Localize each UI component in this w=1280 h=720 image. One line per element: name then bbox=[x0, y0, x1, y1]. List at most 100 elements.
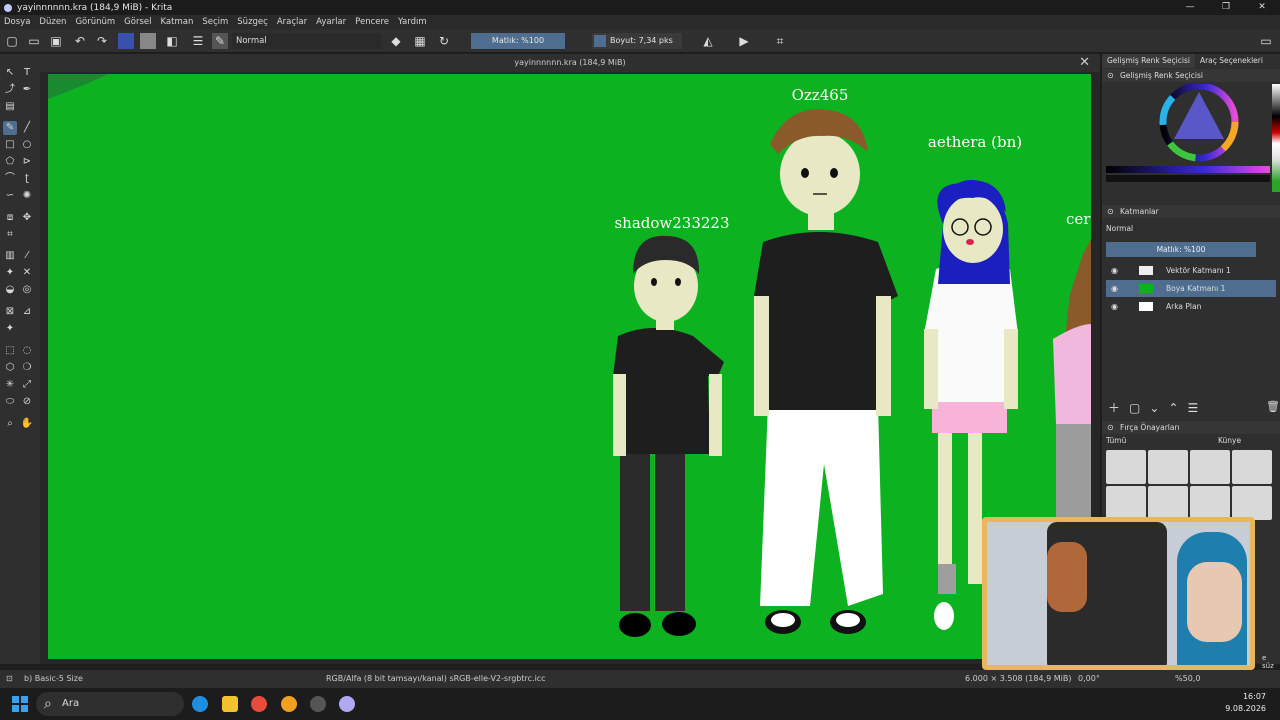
color-bar-1[interactable] bbox=[1106, 166, 1270, 173]
obs-icon[interactable] bbox=[310, 696, 326, 712]
brush-preset[interactable] bbox=[1106, 486, 1146, 520]
redo-icon[interactable]: ↷ bbox=[94, 33, 110, 49]
edit-shape-icon[interactable]: ⤴ bbox=[3, 83, 17, 97]
freehand-brush-icon[interactable]: ✎ bbox=[3, 121, 17, 135]
brush-filter-select[interactable]: Tümü bbox=[1106, 436, 1206, 448]
chrome-profile-icon[interactable] bbox=[281, 696, 297, 712]
visibility-icon[interactable]: ◉ bbox=[1111, 280, 1118, 297]
select-shape-icon[interactable]: ↖ bbox=[3, 66, 17, 80]
fill-tool-icon[interactable]: ◒ bbox=[3, 283, 17, 297]
bezier-select-icon[interactable]: ⬭ bbox=[3, 395, 17, 409]
brush-tag-select[interactable]: Künye bbox=[1218, 436, 1273, 448]
brush-preset[interactable] bbox=[1148, 486, 1188, 520]
new-document-icon[interactable]: ▢ bbox=[4, 33, 20, 49]
layer-row[interactable]: ◉ Boya Katmanı 1 bbox=[1106, 280, 1276, 297]
colorize-mask-icon[interactable]: ✦ bbox=[3, 266, 17, 280]
brush-preset[interactable] bbox=[1106, 450, 1146, 484]
menu-araclar[interactable]: Araçlar bbox=[277, 17, 307, 27]
menu-duzen[interactable]: Düzen bbox=[39, 17, 66, 27]
mirror-vertical-icon[interactable]: ▶ bbox=[736, 33, 752, 49]
polygon-select-icon[interactable]: ⬡ bbox=[3, 361, 17, 375]
brush-preset[interactable] bbox=[1190, 450, 1230, 484]
zoom-tool-icon[interactable]: ⌕ bbox=[3, 417, 17, 431]
pan-tool-icon[interactable]: ✋ bbox=[20, 417, 34, 431]
contiguous-select-icon[interactable]: ✳ bbox=[3, 378, 17, 392]
menu-katman[interactable]: Katman bbox=[160, 17, 193, 27]
menu-dosya[interactable]: Dosya bbox=[4, 17, 30, 27]
tab-tool-options[interactable]: Araç Seçenekleri bbox=[1195, 54, 1268, 68]
open-folder-icon[interactable]: ▭ bbox=[26, 33, 42, 49]
blend-mode-select[interactable]: Normal bbox=[232, 33, 382, 49]
polyline-tool-icon[interactable]: ⊳ bbox=[20, 155, 34, 169]
minimize-button[interactable]: — bbox=[1172, 0, 1208, 15]
crop-tool-icon[interactable]: ⌗ bbox=[3, 228, 17, 242]
visibility-icon[interactable]: ◉ bbox=[1111, 262, 1118, 279]
dynamic-brush-icon[interactable]: ∽ bbox=[3, 189, 17, 203]
delete-layer-icon[interactable]: 🗑 bbox=[1266, 400, 1280, 413]
similar-select-icon[interactable]: ⤢ bbox=[20, 378, 34, 392]
krita-taskbar-icon[interactable] bbox=[339, 696, 355, 712]
opacity-slider[interactable]: Matlık: %100 bbox=[471, 33, 565, 49]
color-bar-2[interactable] bbox=[1106, 175, 1270, 182]
panel-toggle-icon[interactable]: ▭ bbox=[1258, 33, 1274, 49]
polygon-tool-icon[interactable]: ⬠ bbox=[3, 155, 17, 169]
menu-secim[interactable]: Seçim bbox=[202, 17, 228, 27]
brush-preset[interactable] bbox=[1148, 450, 1188, 484]
freehand-select-icon[interactable]: ❍ bbox=[20, 361, 34, 375]
taskbar-clock[interactable]: 16:07 9.08.2026 bbox=[1225, 691, 1266, 715]
ellipse-tool-icon[interactable]: ○ bbox=[20, 138, 34, 152]
move-tool-icon[interactable]: ✥ bbox=[20, 211, 34, 225]
bezier-tool-icon[interactable]: ⌒ bbox=[3, 172, 17, 186]
visibility-icon[interactable]: ◉ bbox=[1111, 298, 1118, 315]
enclose-fill-icon[interactable]: ◎ bbox=[20, 283, 34, 297]
color-selector[interactable] bbox=[1106, 84, 1278, 194]
drawing-canvas[interactable]: Ozz465 aethera (bn) shadow233223 cer bbox=[48, 74, 1091, 659]
save-icon[interactable]: ▣ bbox=[48, 33, 64, 49]
text-tool-icon[interactable]: T bbox=[20, 66, 34, 80]
mirror-horizontal-icon[interactable]: ◭ bbox=[700, 33, 716, 49]
sv-triangle[interactable] bbox=[1174, 92, 1224, 139]
eraser-icon[interactable]: ◆ bbox=[388, 33, 404, 49]
magnetic-select-icon[interactable]: ⊘ bbox=[20, 395, 34, 409]
line-tool-icon[interactable]: ╱ bbox=[20, 121, 34, 135]
menu-pencere[interactable]: Pencere bbox=[355, 17, 389, 27]
pattern-tool-icon[interactable]: ▤ bbox=[3, 100, 17, 114]
brush-preset[interactable] bbox=[1190, 486, 1230, 520]
edge-icon[interactable] bbox=[192, 696, 208, 712]
brush-settings-icon[interactable]: ☰ bbox=[190, 33, 206, 49]
menu-ayarlar[interactable]: Ayarlar bbox=[316, 17, 346, 27]
transform-tool-icon[interactable]: ⧈ bbox=[3, 211, 17, 225]
menu-gorsel[interactable]: Görsel bbox=[124, 17, 151, 27]
start-button[interactable] bbox=[12, 696, 28, 712]
reference-tool-icon[interactable]: ✦ bbox=[3, 322, 17, 336]
gradient-tool-icon[interactable]: ▥ bbox=[3, 249, 17, 263]
maximize-button[interactable]: ❐ bbox=[1208, 0, 1244, 15]
layers-opacity-slider[interactable]: Matlık: %100 bbox=[1106, 242, 1256, 257]
close-window-button[interactable]: ✕ bbox=[1244, 0, 1280, 15]
rectangle-tool-icon[interactable]: □ bbox=[3, 138, 17, 152]
menu-gorunum[interactable]: Görünüm bbox=[75, 17, 115, 27]
zoom-value[interactable]: %50,0 bbox=[1175, 670, 1200, 688]
chrome-icon[interactable] bbox=[251, 696, 267, 712]
rotation-value[interactable]: 0,00° bbox=[1078, 670, 1100, 688]
assistant-tool-icon[interactable]: ⊠ bbox=[3, 305, 17, 319]
tab-advanced-color[interactable]: Gelişmiş Renk Seçicisi bbox=[1102, 54, 1195, 68]
layer-row[interactable]: ◉ Vektör Katmanı 1 bbox=[1106, 262, 1276, 279]
layer-row[interactable]: ◉ Arka Plan bbox=[1106, 298, 1276, 315]
smart-patch-icon[interactable]: ✕ bbox=[20, 266, 34, 280]
taskbar-search[interactable]: Ara bbox=[36, 692, 184, 716]
layers-blend-select[interactable]: Normal bbox=[1106, 222, 1256, 235]
brush-size-slider[interactable]: Boyut: 7,34 pks bbox=[592, 33, 682, 49]
layer-actions[interactable]: ＋▢⌄⌃☰ bbox=[1108, 399, 1207, 416]
gradient-icon[interactable] bbox=[118, 33, 134, 49]
brush-preset[interactable] bbox=[1232, 450, 1272, 484]
calligraphy-icon[interactable]: ✒ bbox=[20, 83, 34, 97]
rect-select-icon[interactable]: ⬚ bbox=[3, 344, 17, 358]
freehand-path-icon[interactable]: ʈ bbox=[20, 172, 34, 186]
fg-bg-color-icon[interactable]: ◧ bbox=[164, 33, 180, 49]
reload-preset-icon[interactable]: ↻ bbox=[436, 33, 452, 49]
close-document-icon[interactable]: ✕ bbox=[1079, 54, 1090, 72]
file-explorer-icon[interactable] bbox=[222, 696, 238, 712]
color-picker-icon[interactable]: ⁄ bbox=[20, 249, 34, 263]
ellipse-select-icon[interactable]: ◌ bbox=[20, 344, 34, 358]
